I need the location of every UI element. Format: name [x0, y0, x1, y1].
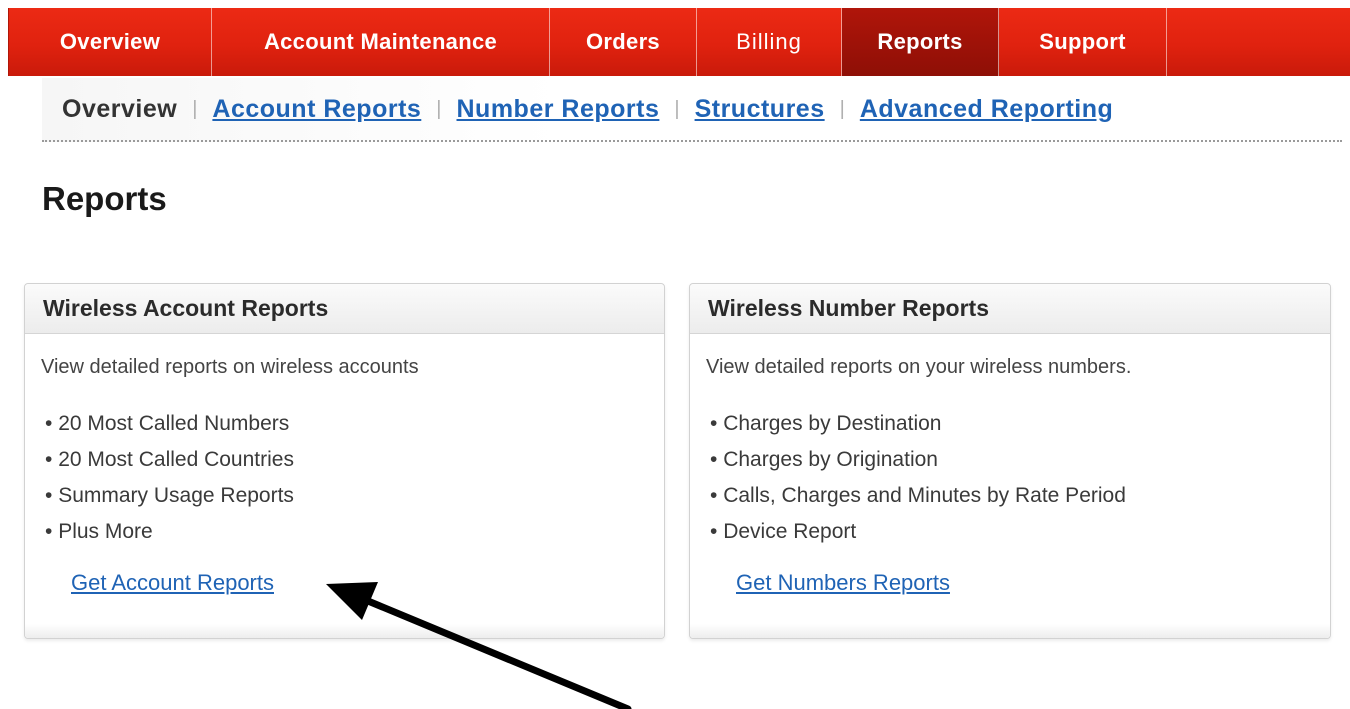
- page-title: Reports: [42, 180, 167, 217]
- tab-account-maintenance[interactable]: Account Maintenance: [212, 8, 550, 76]
- subnav-separator: |: [436, 97, 442, 120]
- list-item: Charges by Origination: [710, 442, 1126, 478]
- subnav-overview[interactable]: Overview: [62, 95, 177, 124]
- subnav-account-reports[interactable]: Account Reports: [212, 95, 421, 124]
- panel-footer: [25, 624, 664, 638]
- top-nav: Overview Account Maintenance Orders Bill…: [8, 8, 1350, 76]
- wireless-account-reports-panel: Wireless Account Reports View detailed r…: [24, 283, 665, 639]
- tab-reports[interactable]: Reports: [842, 8, 999, 76]
- sub-nav: Overview | Account Reports | Number Repo…: [42, 78, 1342, 142]
- list-item: Summary Usage Reports: [45, 478, 294, 514]
- panel-title: Wireless Account Reports: [25, 284, 664, 334]
- get-account-reports-link[interactable]: Get Account Reports: [71, 570, 274, 596]
- panel-title: Wireless Number Reports: [690, 284, 1330, 334]
- subnav-separator: |: [839, 97, 845, 120]
- tab-billing[interactable]: Billing: [697, 8, 842, 76]
- list-item: Calls, Charges and Minutes by Rate Perio…: [710, 478, 1126, 514]
- report-list: 20 Most Called Numbers 20 Most Called Co…: [45, 406, 294, 550]
- subnav-advanced-reporting[interactable]: Advanced Reporting: [860, 95, 1113, 124]
- get-numbers-reports-link[interactable]: Get Numbers Reports: [736, 570, 950, 596]
- subnav-number-reports[interactable]: Number Reports: [457, 95, 660, 124]
- panel-description: View detailed reports on wireless accoun…: [41, 356, 419, 378]
- list-item: Device Report: [710, 514, 1126, 550]
- report-list: Charges by Destination Charges by Origin…: [710, 406, 1126, 550]
- tab-support[interactable]: Support: [999, 8, 1167, 76]
- panel-footer: [690, 624, 1330, 638]
- subnav-separator: |: [192, 97, 198, 120]
- subnav-separator: |: [674, 97, 680, 120]
- list-item: 20 Most Called Countries: [45, 442, 294, 478]
- wireless-number-reports-panel: Wireless Number Reports View detailed re…: [689, 283, 1331, 639]
- list-item: 20 Most Called Numbers: [45, 406, 294, 442]
- panel-description: View detailed reports on your wireless n…: [706, 356, 1132, 378]
- tab-overview[interactable]: Overview: [9, 8, 212, 76]
- tab-orders[interactable]: Orders: [550, 8, 697, 76]
- list-item: Plus More: [45, 514, 294, 550]
- subnav-structures[interactable]: Structures: [695, 95, 825, 124]
- list-item: Charges by Destination: [710, 406, 1126, 442]
